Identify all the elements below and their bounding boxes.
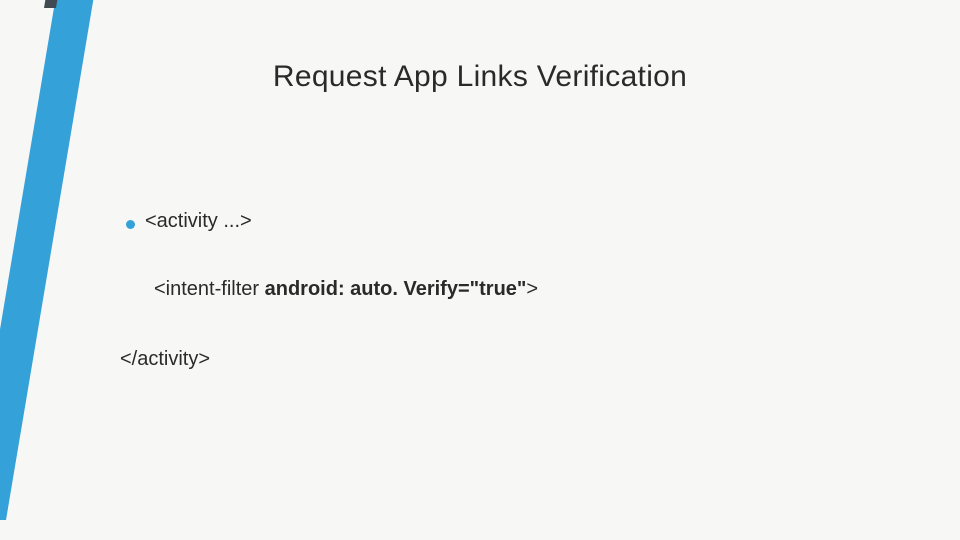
intent-filter-attr: android: auto. Verify="true" bbox=[265, 278, 527, 300]
code-line-activity-open: <activity ...> bbox=[145, 210, 252, 233]
code-line-intent-filter: <intent-filter android: auto. Verify="tr… bbox=[154, 278, 538, 301]
slide-title: Request App Links Verification bbox=[0, 60, 960, 94]
bullet-item-1: <activity ...> bbox=[126, 210, 252, 233]
bullet-icon bbox=[126, 220, 135, 229]
code-line-activity-close: </activity> bbox=[120, 348, 210, 371]
intent-filter-suffix: > bbox=[526, 278, 538, 300]
slide: Request App Links Verification <activity… bbox=[0, 0, 960, 540]
intent-filter-prefix: <intent-filter bbox=[154, 278, 265, 300]
